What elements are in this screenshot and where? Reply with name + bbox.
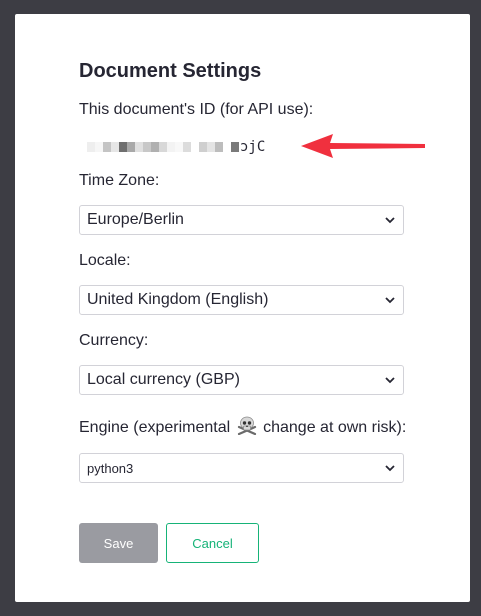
locale-label: Locale: — [79, 252, 131, 269]
timezone-select[interactable]: Europe/Berlin — [79, 205, 404, 235]
engine-value: python3 — [87, 460, 134, 476]
redacted-id-pixelation — [87, 142, 239, 152]
chevron-down-icon — [385, 295, 395, 305]
timezone-value: Europe/Berlin — [87, 211, 184, 228]
doc-id-label: This document's ID (for API use): — [79, 101, 314, 118]
locale-select[interactable]: United Kingdom (English) — [79, 285, 404, 315]
doc-id-suffix: ɔjC — [240, 139, 266, 155]
red-arrow-icon — [301, 134, 425, 158]
engine-label-suffix: change at own risk): — [263, 419, 407, 437]
engine-label: Engine (experimental change at own risk)… — [79, 415, 406, 441]
chevron-down-icon — [385, 463, 395, 473]
document-settings-dialog: Document Settings This document's ID (fo… — [15, 14, 470, 602]
currency-value: Local currency (GBP) — [87, 371, 240, 388]
save-button[interactable]: Save — [79, 523, 158, 563]
engine-label-prefix: Engine (experimental — [79, 419, 231, 437]
doc-id-value[interactable]: ɔjC — [79, 136, 265, 158]
dialog-title: Document Settings — [79, 60, 262, 82]
chevron-down-icon — [385, 215, 395, 225]
engine-select[interactable]: python3 — [79, 453, 404, 483]
cancel-button[interactable]: Cancel — [166, 523, 259, 563]
chevron-down-icon — [385, 375, 395, 385]
skull-and-crossbones-icon — [237, 415, 257, 441]
timezone-label: Time Zone: — [79, 172, 160, 189]
currency-select[interactable]: Local currency (GBP) — [79, 365, 404, 395]
locale-value: United Kingdom (English) — [87, 291, 269, 308]
currency-label: Currency: — [79, 332, 149, 349]
